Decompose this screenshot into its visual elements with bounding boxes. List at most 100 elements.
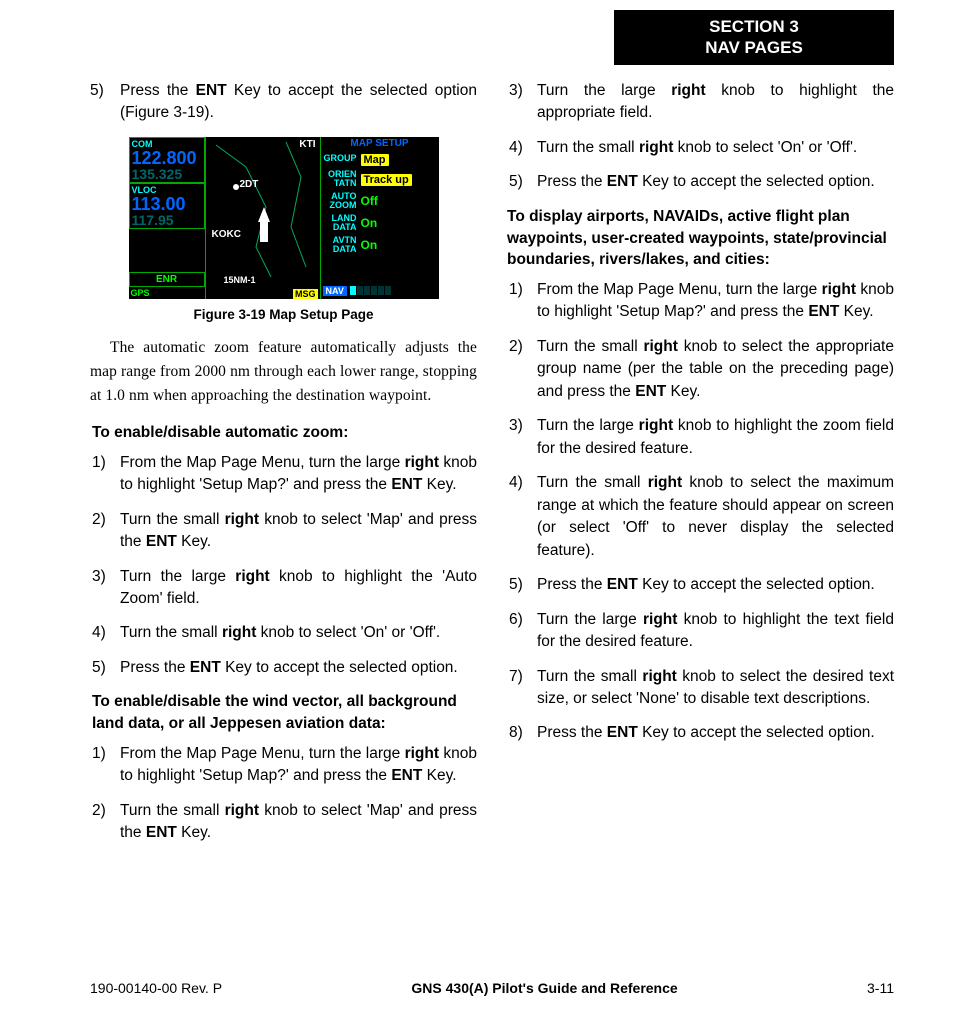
step-item: 7)Turn the small right knob to select th… <box>507 666 894 711</box>
step-number: 3) <box>507 80 537 125</box>
step-number: 4) <box>507 472 537 562</box>
map-setup-title: MAP SETUP <box>321 137 439 150</box>
step-text: Turn the small right knob to select 'Map… <box>120 509 477 554</box>
step-text: Press the ENT Key to accept the selected… <box>537 574 894 596</box>
step-number: 6) <box>507 609 537 654</box>
step-text: Press the ENT Key to accept the selected… <box>537 722 894 744</box>
step-number: 5) <box>507 171 537 193</box>
step-item: 2)Turn the small right knob to select 'M… <box>90 800 477 845</box>
vloc-box: VLOC 113.00 117.95 <box>129 183 205 229</box>
step-text: Turn the small right knob to select 'On'… <box>537 137 894 159</box>
step-number: 5) <box>90 657 120 679</box>
msg-indicator: MSG <box>293 289 318 299</box>
step-text: Press the ENT Key to accept the selected… <box>120 80 477 125</box>
step-item: 5) Press the ENT Key to accept the selec… <box>90 80 477 125</box>
gps-indicator: GPS <box>129 287 205 299</box>
setup-row-key: GROUP <box>323 154 357 163</box>
step-item: 5)Press the ENT Key to accept the select… <box>507 574 894 596</box>
step-number: 4) <box>507 137 537 159</box>
vloc-standby-freq: 117.95 <box>132 213 202 227</box>
heading-auto-zoom: To enable/disable automatic zoom: <box>90 422 477 444</box>
step-item: 2)Turn the small right knob to select th… <box>507 336 894 403</box>
setup-row-key: AUTOZOOM <box>323 192 357 210</box>
step-item: 8)Press the ENT Key to accept the select… <box>507 722 894 744</box>
step-number: 2) <box>507 336 537 403</box>
gns-left-panel: COM 122.800 135.325 VLOC 113.00 117.95 E… <box>129 137 205 299</box>
gns-device-screenshot: COM 122.800 135.325 VLOC 113.00 117.95 E… <box>129 137 439 299</box>
steps-display-features: 1)From the Map Page Menu, turn the large… <box>507 279 894 745</box>
setup-rows: GROUPMapORIENTATNTrack upAUTOZOOMOffLAND… <box>321 150 439 256</box>
setup-row-key: AVTNDATA <box>323 236 357 254</box>
map-label-2dt: 2DT <box>240 179 259 190</box>
left-column: 5) Press the ENT Key to accept the selec… <box>90 80 477 857</box>
steps-auto-zoom: 1)From the Map Page Menu, turn the large… <box>90 452 477 680</box>
page-footer: 190-00140-00 Rev. P GNS 430(A) Pilot's G… <box>90 980 894 996</box>
step-text: From the Map Page Menu, turn the large r… <box>120 743 477 788</box>
section-header-line2: NAV PAGES <box>614 37 894 58</box>
step-item: 5)Press the ENT Key to accept the select… <box>90 657 477 679</box>
setup-row: GROUP Map <box>321 150 439 168</box>
gns-right-panel: MAP SETUP GROUP Map ORIENTATN Track up AUTOZ… <box>321 137 439 299</box>
step-number: 2) <box>90 800 120 845</box>
step-number: 7) <box>507 666 537 711</box>
step-item: 4)Turn the small right knob to select 'O… <box>507 137 894 159</box>
figure-3-19: COM 122.800 135.325 VLOC 113.00 117.95 E… <box>129 137 439 322</box>
step-text: Press the ENT Key to accept the selected… <box>120 657 477 679</box>
enr-indicator: ENR <box>129 272 205 287</box>
com-standby-freq: 135.325 <box>132 167 202 181</box>
step-number: 1) <box>507 279 537 324</box>
step-item: 1)From the Map Page Menu, turn the large… <box>90 452 477 497</box>
map-label-kti: KTI <box>299 139 315 150</box>
footer-pagenum: 3-11 <box>867 980 894 996</box>
body-paragraph: The automatic zoom feature automatically… <box>90 336 477 408</box>
step-item: 4)Turn the small right knob to select 'O… <box>90 622 477 644</box>
step-item: 3)Turn the large right knob to highlight… <box>507 415 894 460</box>
step-item: 3)Turn the large right knob to highlight… <box>507 80 894 125</box>
step-number: 1) <box>90 743 120 788</box>
setup-row: LANDDATA On <box>321 212 439 234</box>
step-item: 4)Turn the small right knob to select th… <box>507 472 894 562</box>
right-column: 3)Turn the large right knob to highlight… <box>507 80 894 857</box>
section-header: SECTION 3 NAV PAGES <box>614 10 894 65</box>
continued-steps: 5) Press the ENT Key to accept the selec… <box>90 80 477 125</box>
nav-page-dots <box>350 284 392 298</box>
steps-wind-vector: 1)From the Map Page Menu, turn the large… <box>90 743 477 845</box>
step-item: 1)From the Map Page Menu, turn the large… <box>507 279 894 324</box>
com-box: COM 122.800 135.325 <box>129 137 205 183</box>
setup-row-key: ORIENTATN <box>323 170 357 188</box>
setup-row-value: Map <box>361 152 437 166</box>
step-text: Turn the small right knob to select 'Map… <box>120 800 477 845</box>
step-text: Turn the small right knob to select 'On'… <box>120 622 477 644</box>
step-number: 8) <box>507 722 537 744</box>
step-number: 5) <box>90 80 120 125</box>
step-item: 1)From the Map Page Menu, turn the large… <box>90 743 477 788</box>
map-label-kokc: KOKC <box>212 229 241 240</box>
content-area: 5) Press the ENT Key to accept the selec… <box>90 80 894 857</box>
heading-wind-vector: To enable/disable the wind vector, all b… <box>90 691 477 734</box>
step-item: 5)Press the ENT Key to accept the select… <box>507 171 894 193</box>
step-text: Turn the small right knob to select the … <box>537 336 894 403</box>
step-number: 3) <box>507 415 537 460</box>
step-text: From the Map Page Menu, turn the large r… <box>537 279 894 324</box>
setup-row: ORIENTATN Track up <box>321 168 439 190</box>
steps-wind-vector-contd: 3)Turn the large right knob to highlight… <box>507 80 894 194</box>
setup-row-value: On <box>361 216 437 230</box>
setup-row-key: LANDDATA <box>323 214 357 232</box>
gns-map-area: KTI 2DT KOKC 15NM-1 MSG <box>205 137 321 299</box>
step-number: 2) <box>90 509 120 554</box>
step-item: 6)Turn the large right knob to highlight… <box>507 609 894 654</box>
step-number: 5) <box>507 574 537 596</box>
step-text: From the Map Page Menu, turn the large r… <box>120 452 477 497</box>
nav-bar: NAV <box>321 283 439 299</box>
step-item: 3)Turn the large right knob to highlight… <box>90 566 477 611</box>
step-text: Turn the large right knob to highlight t… <box>537 80 894 125</box>
setup-row: AVTNDATAOn <box>321 234 439 256</box>
footer-title: GNS 430(A) Pilot's Guide and Reference <box>411 980 677 996</box>
step-text: Press the ENT Key to accept the selected… <box>537 171 894 193</box>
setup-row-value: Track up <box>361 172 437 186</box>
step-text: Turn the small right knob to select the … <box>537 666 894 711</box>
footer-docnum: 190-00140-00 Rev. P <box>90 980 222 996</box>
step-number: 1) <box>90 452 120 497</box>
com-active-freq: 122.800 <box>132 149 202 167</box>
figure-caption: Figure 3-19 Map Setup Page <box>129 307 439 322</box>
